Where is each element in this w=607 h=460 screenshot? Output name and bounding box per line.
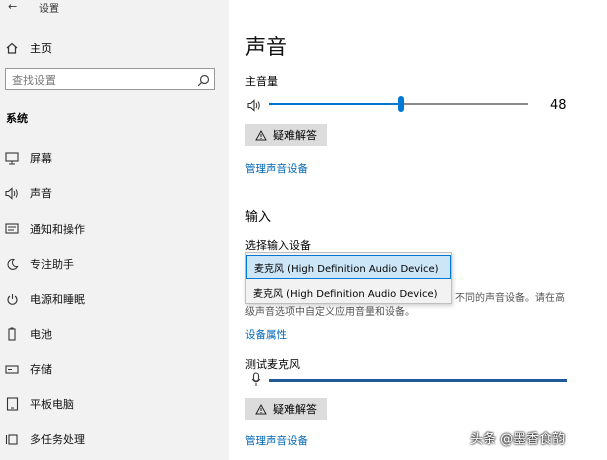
tablet-icon	[4, 397, 20, 411]
volume-value: 48	[550, 98, 567, 113]
sidebar-item-storage[interactable]: 存储	[4, 361, 52, 377]
description-line-2: 级声音选项中自定义应用音量和设备。	[245, 307, 415, 318]
section-title-system: 系统	[6, 112, 28, 125]
warning-icon	[255, 403, 267, 415]
microphone-level-bar	[269, 379, 567, 382]
description-line-1: 不同的声音设备。请在高	[455, 293, 565, 304]
sidebar-item-label: 电源和睡眠	[30, 293, 85, 306]
volume-track-filled	[269, 103, 401, 105]
sidebar-item-power-sleep[interactable]: 电源和睡眠	[4, 291, 85, 307]
back-arrow-icon[interactable]: ←	[8, 0, 17, 13]
device-properties-link[interactable]: 设备属性	[245, 327, 287, 342]
dropdown-option[interactable]: 麦克风 (High Definition Audio Device)	[246, 280, 451, 304]
choose-input-device-label: 选择输入设备	[245, 239, 311, 252]
storage-icon	[4, 362, 20, 376]
sidebar-item-label: 屏幕	[30, 152, 52, 165]
sidebar-item-label: 电池	[30, 328, 52, 341]
manage-sound-devices-link[interactable]: 管理声音设备	[245, 161, 308, 176]
master-volume-label: 主音量	[245, 75, 278, 88]
sidebar-item-label: 通知和操作	[30, 223, 85, 236]
speaker-icon	[247, 97, 262, 116]
warning-icon	[255, 129, 267, 141]
sidebar-item-tablet[interactable]: 平板电脑	[4, 396, 74, 412]
sidebar-item-label: 平板电脑	[30, 398, 74, 411]
sidebar-item-battery[interactable]: 电池	[4, 326, 52, 342]
search-input[interactable]	[6, 71, 198, 90]
master-volume-slider[interactable]	[247, 96, 567, 112]
sidebar-item-display[interactable]: 屏幕	[4, 150, 52, 166]
main-panel: 声音 主音量 48 疑难解答 管理声音设备 输入 选择输入设备 不同的声音设备。…	[229, 0, 607, 460]
sidebar-item-sound[interactable]: 声音	[4, 185, 52, 201]
test-microphone-label: 测试麦克风	[245, 358, 300, 371]
troubleshoot-label: 疑难解答	[273, 129, 317, 142]
input-heading: 输入	[245, 210, 272, 225]
moon-icon	[4, 257, 20, 271]
monitor-icon	[4, 151, 20, 165]
volume-track-empty	[404, 103, 528, 105]
sidebar-item-multitasking[interactable]: 多任务处理	[4, 431, 85, 447]
dropdown-option-selected[interactable]: 麦克风 (High Definition Audio Device)	[246, 255, 451, 279]
sidebar-item-label: 存储	[30, 363, 52, 376]
microphone-level-meter	[249, 372, 569, 388]
manage-sound-devices-link-2[interactable]: 管理声音设备	[245, 433, 308, 448]
battery-icon	[4, 327, 20, 341]
home-label: 主页	[30, 42, 52, 55]
watermark: 头条 @墨香食韵	[470, 431, 566, 447]
troubleshoot-button[interactable]: 疑难解答	[245, 124, 327, 146]
sidebar-item-label: 多任务处理	[30, 433, 85, 446]
sidebar: ← 设置 主页 系统 屏幕 声音 通知和操作 专注助手	[0, 0, 229, 460]
input-device-dropdown[interactable]: 麦克风 (High Definition Audio Device) 麦克风 (…	[245, 252, 452, 304]
sidebar-item-focus-assist[interactable]: 专注助手	[4, 256, 74, 272]
power-icon	[4, 292, 20, 306]
notification-icon	[4, 222, 20, 236]
troubleshoot-button-2[interactable]: 疑难解答	[245, 398, 327, 420]
sidebar-home[interactable]: 主页	[6, 40, 52, 56]
microphone-icon	[251, 372, 261, 391]
troubleshoot-label: 疑难解答	[273, 403, 317, 416]
multitask-icon	[4, 432, 20, 446]
app-title: 设置	[39, 4, 59, 15]
page-title: 声音	[245, 35, 287, 59]
search-box[interactable]	[5, 68, 215, 90]
speaker-icon	[4, 186, 20, 200]
sidebar-item-label: 专注助手	[30, 258, 74, 271]
sidebar-item-label: 声音	[30, 187, 52, 200]
sidebar-item-notifications[interactable]: 通知和操作	[4, 221, 85, 237]
search-icon[interactable]	[197, 72, 210, 91]
home-icon	[6, 39, 18, 58]
volume-slider-thumb[interactable]	[398, 96, 404, 112]
